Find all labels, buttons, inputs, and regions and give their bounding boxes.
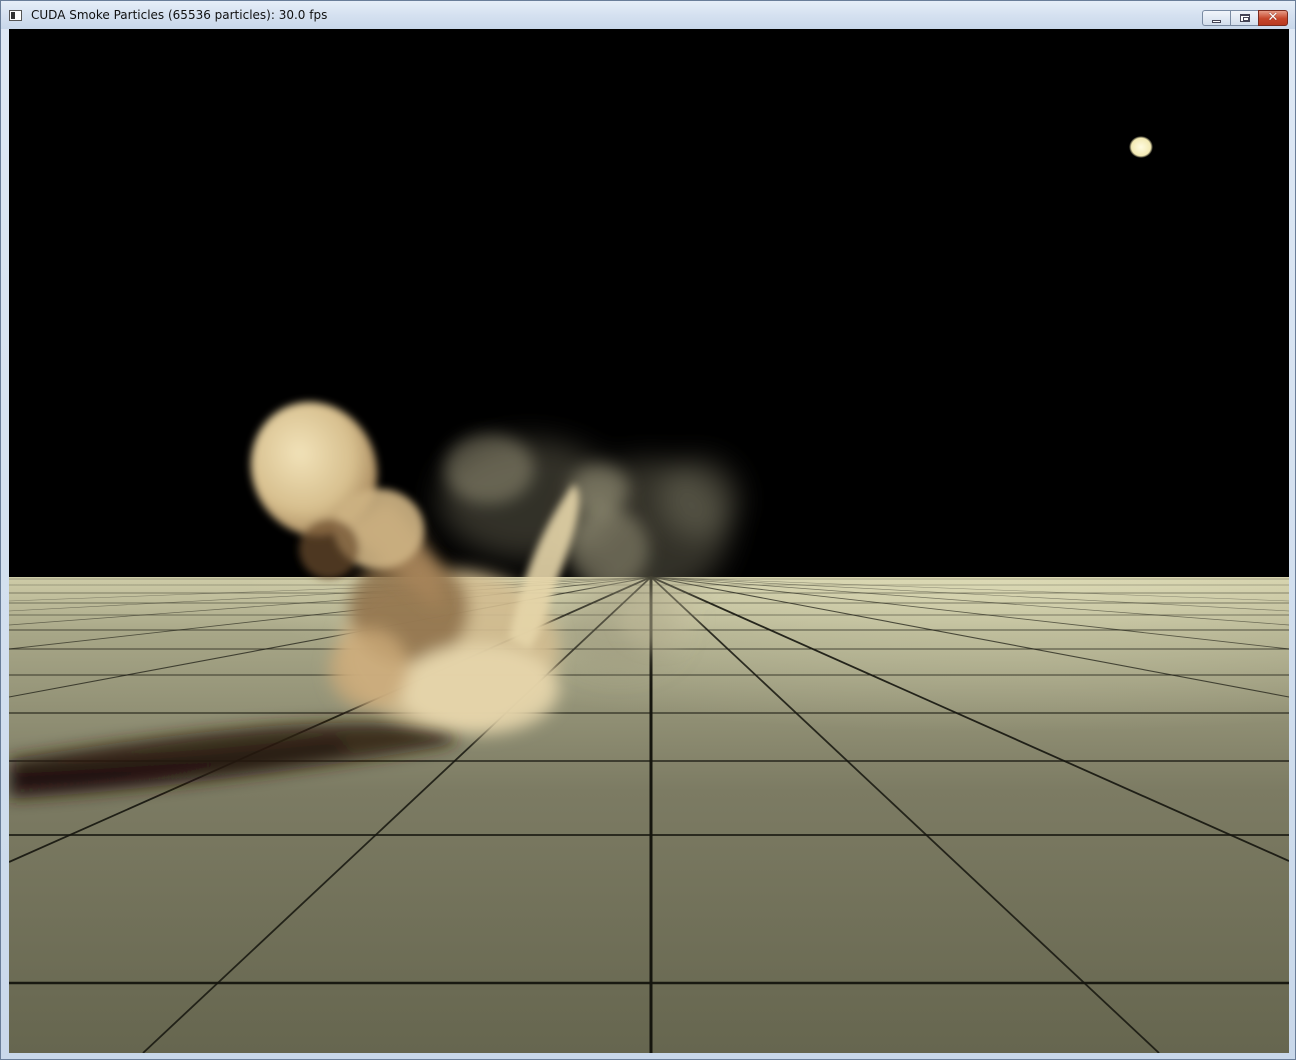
- app-window: CUDA Smoke Particles (65536 particles): …: [0, 0, 1296, 1060]
- maximize-button[interactable]: [1230, 10, 1258, 26]
- window-title: CUDA Smoke Particles (65536 particles): …: [31, 8, 328, 22]
- minimize-button[interactable]: [1202, 10, 1230, 26]
- close-button[interactable]: ✕: [1258, 10, 1288, 26]
- maximize-icon: [1240, 14, 1250, 22]
- close-icon: ✕: [1267, 10, 1279, 25]
- smoke-scene: [9, 29, 1289, 1053]
- minimize-icon: [1212, 20, 1221, 23]
- app-window-icon[interactable]: [9, 10, 22, 21]
- light-source: [1129, 136, 1153, 158]
- window-controls: ✕: [1202, 10, 1288, 26]
- render-viewport[interactable]: [9, 29, 1289, 1053]
- title-bar[interactable]: CUDA Smoke Particles (65536 particles): …: [1, 1, 1295, 29]
